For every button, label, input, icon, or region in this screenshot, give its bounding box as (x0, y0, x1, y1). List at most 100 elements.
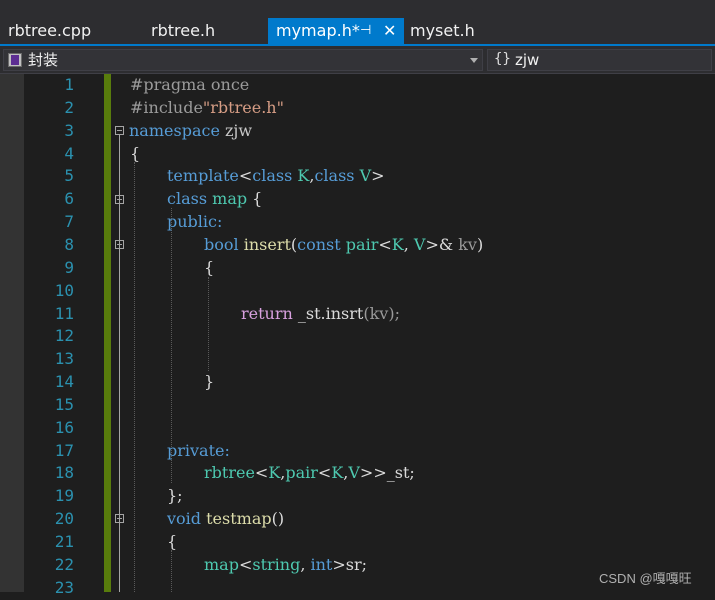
code-token: bool (204, 234, 239, 254)
code-line: { (204, 257, 214, 280)
line-number: 2 (64, 97, 74, 117)
code-token: > (332, 554, 346, 574)
tab-label: rbtree.cpp (8, 21, 92, 40)
code-token: string (252, 554, 301, 574)
code-line: rbtree<K,pair<K,V>>_st; (204, 462, 415, 485)
namespace-icon: {} (494, 51, 511, 67)
code-token: < (254, 463, 269, 483)
close-icon[interactable]: ✕ (383, 18, 396, 44)
tab-bar: rbtree.cpp rbtree.h mymap.h* ⊣ ✕ myset.h (0, 0, 715, 44)
indent-guide (171, 550, 172, 592)
code-token: } (204, 372, 215, 392)
code-token: () (271, 509, 285, 529)
code-line: public: (167, 211, 222, 234)
code-token: { (204, 257, 215, 277)
code-token: insert (243, 234, 291, 254)
member-label: zjw (515, 51, 540, 69)
code-token: return (241, 303, 293, 323)
code-line: { (167, 531, 177, 554)
code-token: const (297, 234, 341, 254)
code-token: & (438, 234, 454, 254)
code-line: bool insert(const pair<K, V>& kv) (204, 234, 483, 257)
line-number: 19 (54, 486, 74, 506)
tab-mymap-h[interactable]: mymap.h* ⊣ ✕ (268, 18, 404, 44)
code-token: < (378, 234, 392, 254)
code-token: K (391, 234, 404, 254)
line-number: 4 (64, 143, 74, 163)
line-number: 3 (64, 120, 74, 140)
tab-myset-h[interactable]: myset.h (402, 18, 512, 44)
code-token: testmap (206, 509, 272, 529)
code-line: return _st.insrt(kv); (241, 303, 400, 326)
code-token: < (238, 166, 253, 186)
line-number: 1 (64, 75, 74, 94)
line-number: 21 (54, 532, 74, 551)
collapse-icon[interactable] (115, 514, 124, 523)
line-number: 16 (54, 417, 74, 437)
glyph-margin (0, 74, 24, 592)
collapse-icon[interactable] (115, 240, 124, 249)
line-number: 17 (54, 440, 74, 460)
line-number: 13 (54, 349, 74, 369)
tab-rbtree-h[interactable]: rbtree.h (143, 18, 268, 44)
code-token: class (167, 189, 208, 209)
code-token: class (252, 166, 293, 186)
code-token: , (300, 554, 306, 574)
code-token: > (359, 463, 374, 483)
code-token: , (403, 234, 409, 254)
code-token: K (268, 463, 281, 483)
line-number: 12 (54, 326, 74, 346)
project-icon (8, 53, 22, 67)
scope-dropdown[interactable]: 封装 (3, 49, 483, 71)
line-number: 15 (54, 394, 74, 414)
line-number: 14 (54, 372, 74, 392)
code-token: kv (458, 234, 477, 254)
code-line: template<class K,class V> (167, 165, 385, 188)
code-token: _st.insrt (297, 303, 364, 323)
code-token: rbtree (204, 463, 255, 483)
code-line: } (204, 371, 214, 394)
code-token: ) (476, 234, 484, 254)
code-line: private: (167, 440, 230, 463)
code-token: > (373, 463, 387, 483)
line-number: 8 (64, 234, 74, 254)
indent-guide (134, 162, 135, 592)
collapse-icon[interactable] (115, 195, 124, 204)
scope-label: 封装 (28, 51, 59, 69)
code-line: }; (167, 485, 183, 508)
code-token: V (348, 463, 360, 483)
code-token: V (359, 166, 372, 186)
collapse-icon[interactable] (115, 126, 124, 135)
code-token: namespace (129, 120, 220, 140)
line-number: 20 (54, 509, 74, 529)
code-token: > (371, 166, 385, 186)
code-token: #pragma once (130, 75, 250, 94)
member-dropdown[interactable]: {} zjw (487, 49, 712, 71)
line-number: 11 (54, 303, 74, 323)
code-line: #pragma once (130, 74, 249, 97)
code-token: void (167, 509, 202, 529)
code-token: int (310, 554, 333, 574)
watermark: CSDN @嘎嘎旺 (599, 571, 692, 586)
code-token: public: (167, 212, 223, 232)
chevron-down-icon[interactable] (470, 58, 478, 63)
line-number: 6 (64, 189, 74, 209)
tab-rbtree-cpp[interactable]: rbtree.cpp (0, 18, 140, 44)
code-editor[interactable]: 1 2 3 4 5 6 7 8 9 10 11 12 13 14 15 16 1… (0, 74, 715, 597)
code-token: map (204, 554, 239, 574)
code-token: template (167, 166, 239, 186)
code-token: < (317, 463, 332, 483)
code-token: { (167, 532, 178, 551)
code-token: pair (345, 234, 379, 254)
code-token: "rbtree.h" (202, 97, 284, 117)
line-number: 7 (64, 212, 74, 232)
code-token: (kv); (363, 303, 400, 323)
line-number: 22 (54, 554, 74, 574)
code-token: zjw (225, 120, 253, 140)
line-number: 10 (54, 280, 74, 300)
tab-label: rbtree.h (151, 21, 216, 40)
code-line: class map { (167, 188, 262, 211)
code-line: namespace zjw (129, 120, 252, 143)
pin-icon[interactable]: ⊣ (360, 18, 371, 44)
code-token: map (212, 189, 248, 209)
